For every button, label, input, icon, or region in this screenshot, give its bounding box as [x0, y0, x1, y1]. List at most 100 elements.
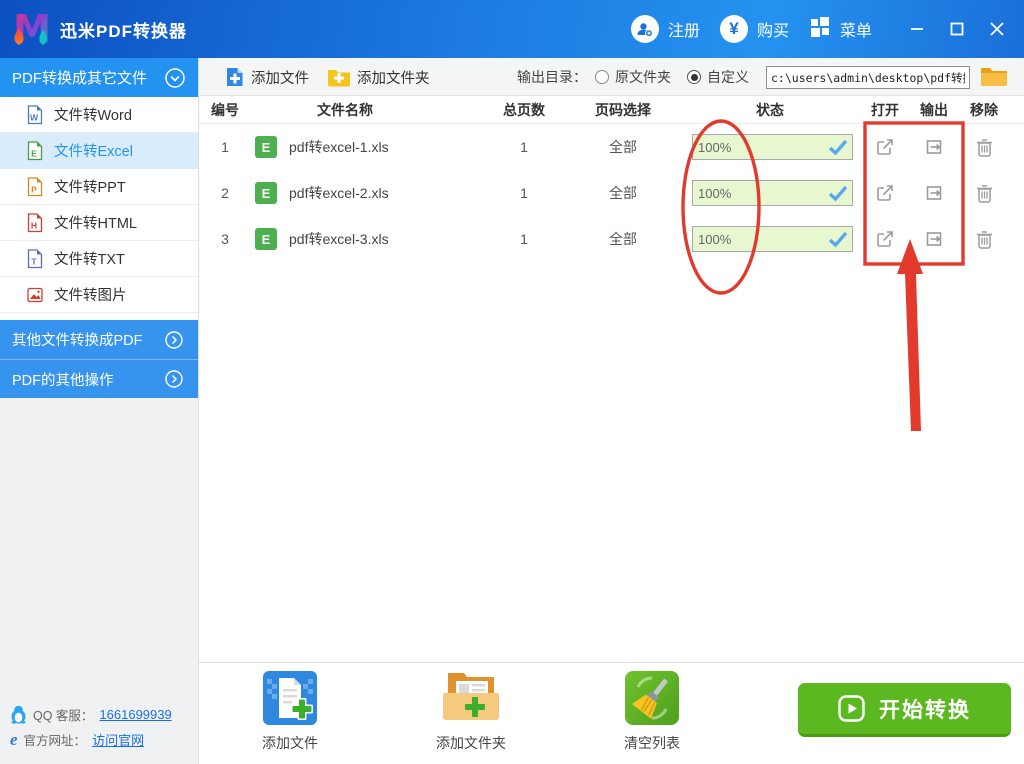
- register-button[interactable]: 注册: [625, 11, 706, 47]
- menu-label: 菜单: [839, 23, 872, 40]
- output-dir-label: 输出目录：: [517, 69, 587, 85]
- table-row: 2 E pdf转excel-2.xls 1 全部 100%: [199, 170, 1024, 216]
- radio-custom-folder[interactable]: 自定义: [687, 58, 749, 96]
- check-icon: [828, 139, 848, 156]
- add-folder-icon: [328, 70, 350, 87]
- qq-icon: [11, 705, 26, 724]
- col-header-remove: 移除: [970, 102, 998, 118]
- open-external-icon: [877, 185, 893, 201]
- add-file-button[interactable]: 添加文件: [225, 58, 309, 96]
- menu-button[interactable]: 菜单: [803, 12, 878, 47]
- buy-button[interactable]: ¥ 购买: [714, 11, 795, 47]
- progress-value: 100%: [698, 185, 732, 201]
- main-content: 添加文件 添加文件夹 输出目录： 原文件夹 自定义 c:\users\admin…: [199, 58, 1024, 764]
- remove-file-button[interactable]: [972, 181, 996, 205]
- sidebar-item-to-ppt[interactable]: P 文件转PPT: [0, 169, 198, 205]
- clear-list-button[interactable]: 清空列表: [592, 671, 712, 753]
- sidebar-item-to-word[interactable]: W 文件转Word: [0, 97, 198, 133]
- file-name: pdf转excel-2.xls: [289, 185, 389, 201]
- folder-icon: [981, 68, 1007, 86]
- sidebar-item-to-txt[interactable]: T 文件转TXT: [0, 241, 198, 277]
- col-header-range: 页码选择: [595, 102, 651, 118]
- sidebar-item-to-excel[interactable]: E 文件转Excel: [0, 133, 198, 169]
- chevron-down-circle-icon: [165, 67, 185, 88]
- col-header-open: 打开: [871, 102, 899, 118]
- close-button[interactable]: [980, 12, 1014, 46]
- radio-custom-label: 自定义: [707, 69, 749, 85]
- page-count: 1: [520, 185, 528, 201]
- svg-text:T: T: [31, 256, 37, 266]
- row-number: 1: [221, 139, 229, 155]
- open-external-icon: [877, 231, 893, 247]
- sidebar-item-label: 文件转图片: [54, 288, 127, 304]
- remove-file-button[interactable]: [972, 227, 996, 251]
- clear-list-icon: [625, 671, 679, 725]
- excel-file-icon: E: [27, 140, 43, 160]
- open-file-button[interactable]: [873, 181, 897, 205]
- buy-label: 购买: [756, 23, 789, 40]
- ppt-file-icon: P: [27, 176, 43, 196]
- open-file-button[interactable]: [873, 227, 897, 251]
- output-arrow-icon: [926, 140, 942, 154]
- sidebar-group-other-to-pdf[interactable]: 其他文件转换成PDF: [0, 320, 198, 359]
- qq-number-link[interactable]: 1661699939: [99, 707, 171, 722]
- register-user-icon: [630, 15, 659, 43]
- check-icon: [828, 185, 848, 202]
- output-arrow-icon: [926, 232, 942, 246]
- sidebar-item-to-html[interactable]: H 文件转HTML: [0, 205, 198, 241]
- trash-icon: [976, 185, 992, 203]
- radio-original-folder[interactable]: 原文件夹: [595, 58, 671, 96]
- row-number: 2: [221, 185, 229, 201]
- output-path-input[interactable]: [766, 66, 970, 89]
- add-file-big-button[interactable]: 添加文件: [230, 671, 350, 753]
- open-file-button[interactable]: [873, 135, 897, 159]
- maximize-button[interactable]: [940, 12, 974, 46]
- toolbar: 添加文件 添加文件夹 输出目录： 原文件夹 自定义 c:\users\admin…: [199, 58, 1024, 96]
- page-range: 全部: [609, 185, 637, 201]
- add-folder-button[interactable]: 添加文件夹: [327, 58, 430, 96]
- file-list: 1 E pdf转excel-1.xls 1 全部 100% 2 E pdf转ex…: [199, 124, 1024, 262]
- html-file-icon: H: [27, 212, 43, 232]
- chevron-right-circle-icon: [165, 370, 183, 388]
- open-output-button[interactable]: [922, 135, 946, 159]
- sidebar-item-label: 文件转Word: [54, 108, 132, 124]
- trash-icon: [976, 139, 992, 157]
- open-output-button[interactable]: [922, 227, 946, 251]
- output-arrow-icon: [926, 186, 942, 200]
- svg-text:P: P: [31, 184, 37, 194]
- svg-text:W: W: [30, 112, 39, 122]
- minimize-button[interactable]: [900, 12, 934, 46]
- page-range: 全部: [609, 231, 637, 247]
- open-external-icon: [877, 139, 893, 155]
- page-count: 1: [520, 139, 528, 155]
- start-convert-label: 开始转换: [879, 698, 971, 722]
- file-name: pdf转excel-3.xls: [289, 231, 389, 247]
- sidebar-header-label: PDF转换成其它文件: [12, 70, 148, 87]
- radio-original-label: 原文件夹: [615, 69, 671, 85]
- app-title: 迅米PDF转换器: [60, 21, 187, 41]
- official-site-link[interactable]: 访问官网: [92, 730, 144, 749]
- open-output-button[interactable]: [922, 181, 946, 205]
- add-folder-big-label: 添加文件夹: [436, 735, 506, 751]
- window-controls: [900, 12, 1014, 46]
- chevron-right-circle-icon: [165, 330, 183, 349]
- browse-folder-button[interactable]: [979, 65, 1009, 89]
- sidebar-item-to-image[interactable]: 文件转图片: [0, 277, 198, 313]
- add-folder-big-icon: [443, 673, 499, 720]
- progress-bar: 100%: [692, 226, 853, 252]
- progress-bar: 100%: [692, 180, 853, 206]
- ie-icon: e: [10, 730, 18, 749]
- start-convert-button[interactable]: 开始转换: [798, 683, 1011, 737]
- row-number: 3: [221, 231, 229, 247]
- add-file-big-label: 添加文件: [262, 735, 318, 751]
- sidebar-group-pdf-other-ops[interactable]: PDF的其他操作: [0, 359, 198, 398]
- sidebar-header-pdf-to-other[interactable]: PDF转换成其它文件: [0, 58, 198, 97]
- app-logo-icon: M: [8, 6, 54, 52]
- sidebar: PDF转换成其它文件 W 文件转Word E 文件转Excel P 文件转PPT…: [0, 58, 199, 764]
- progress-value: 100%: [698, 231, 732, 247]
- add-folder-big-button[interactable]: 添加文件夹: [411, 671, 531, 753]
- check-icon: [828, 231, 848, 248]
- trash-icon: [976, 231, 992, 249]
- table-row: 3 E pdf转excel-3.xls 1 全部 100%: [199, 216, 1024, 262]
- remove-file-button[interactable]: [972, 135, 996, 159]
